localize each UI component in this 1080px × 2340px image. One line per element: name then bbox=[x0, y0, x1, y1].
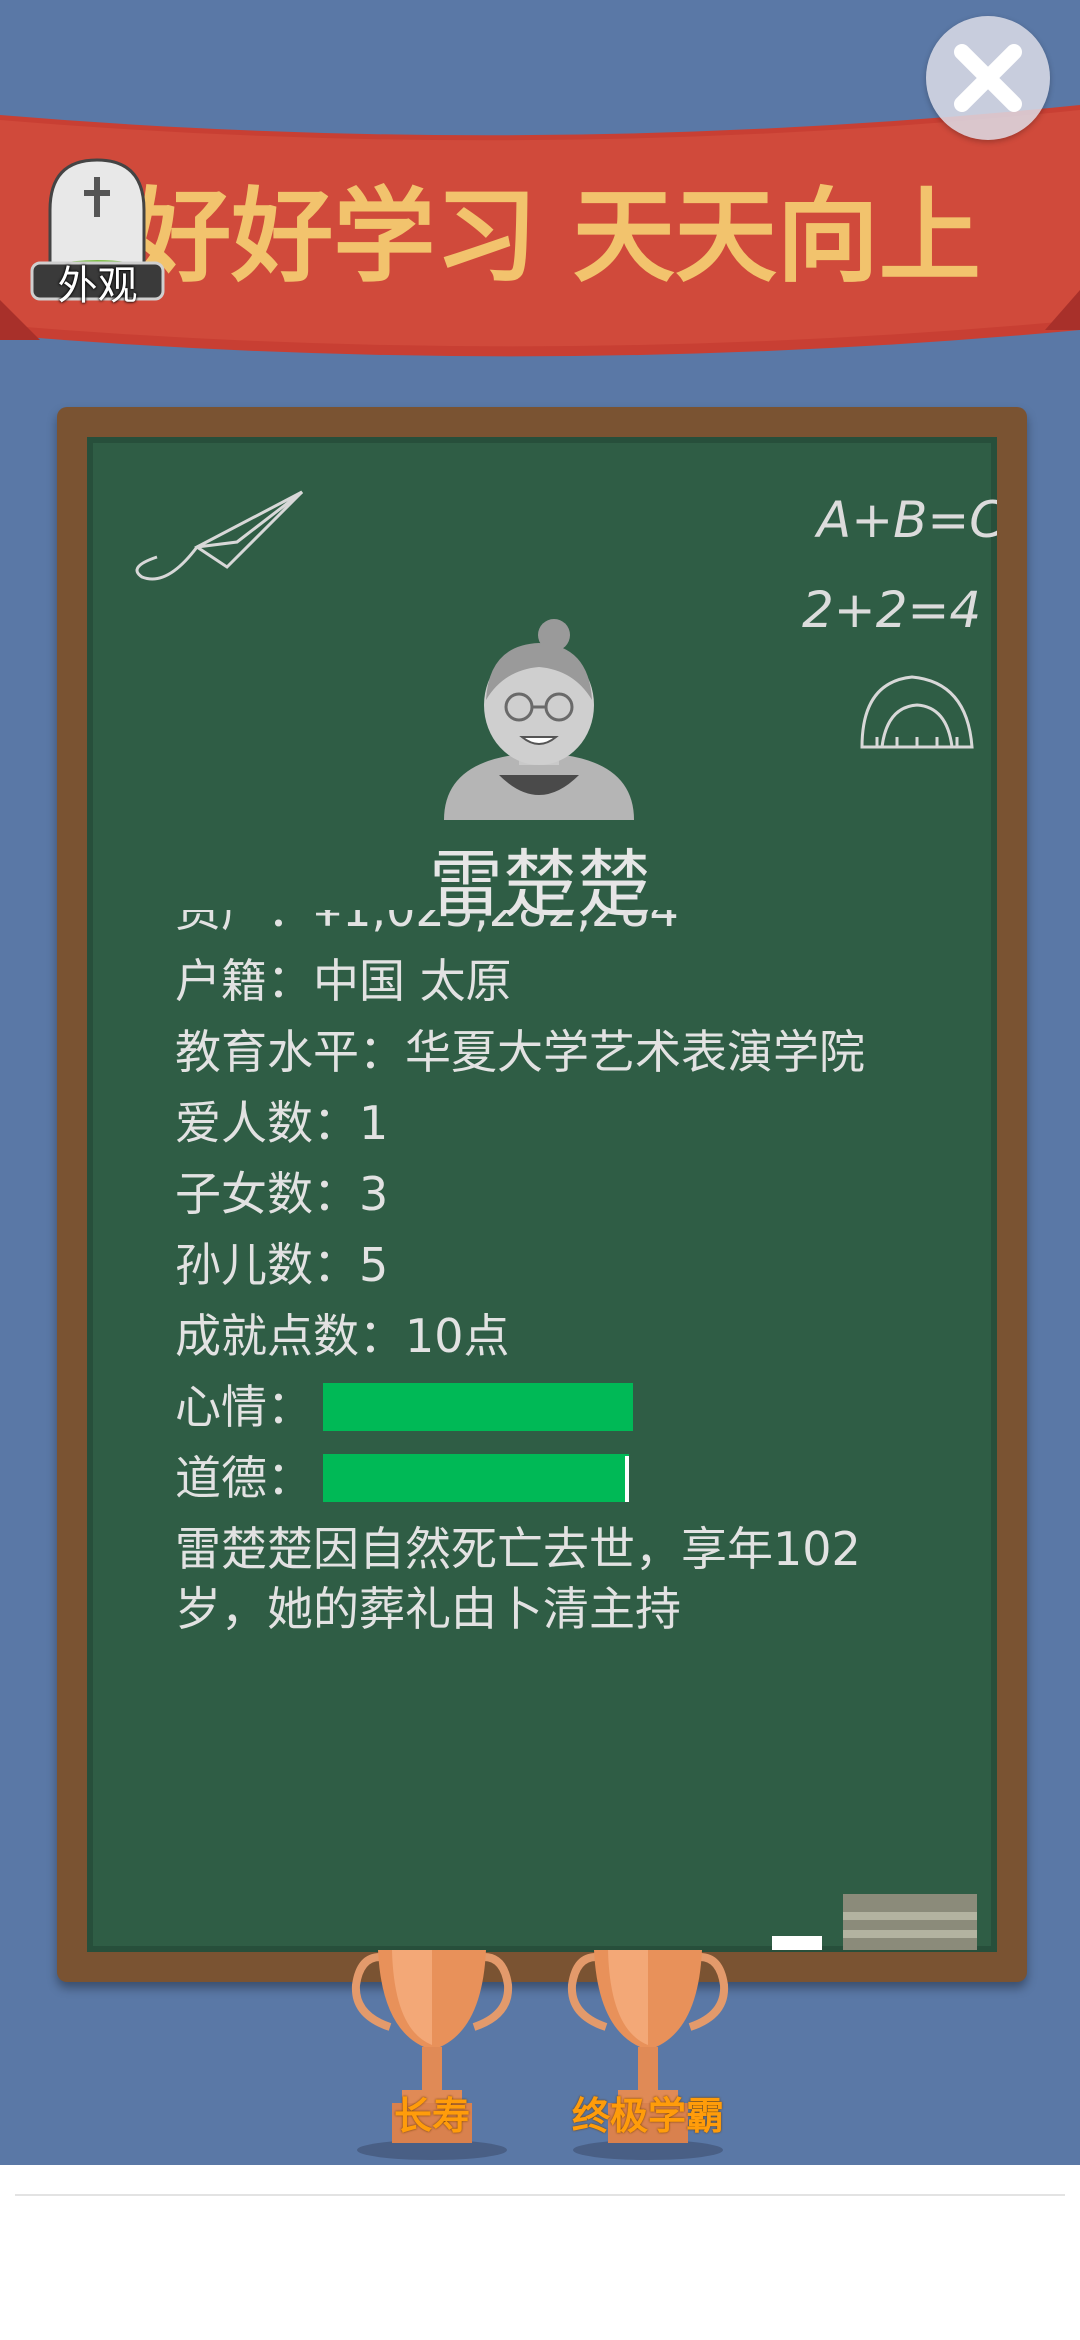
education-text: 教育水平：华夏大学艺术表演学院 bbox=[175, 1025, 865, 1079]
paper-plane-icon bbox=[135, 490, 304, 581]
morality-row: 道德： bbox=[175, 1448, 935, 1508]
mood-label: 心情： bbox=[175, 1380, 313, 1434]
grandchildren-text: 孙儿数：5 bbox=[175, 1238, 389, 1292]
death-note: 雷楚楚因自然死亡去世，享年102岁，她的葬礼由卜清主持 bbox=[175, 1522, 861, 1636]
game-screen: 好好学习 天天向上 外观 A+B=C 2+2=4 雷楚楚 资产：¥1,025,2… bbox=[0, 0, 1080, 2165]
appearance-label: 外观 bbox=[57, 263, 138, 309]
household-text: 户籍：中国 太原 bbox=[175, 954, 512, 1008]
trophy-label-longevity: 长寿 bbox=[393, 2094, 470, 2138]
slogan-text: 好好学习 天天向上 bbox=[128, 178, 981, 297]
mood-bar bbox=[323, 1383, 793, 1431]
formula-abc: A+B=C bbox=[814, 491, 997, 549]
appearance-button[interactable]: 外观 bbox=[30, 155, 165, 309]
trophy-label-scholar: 终极学霸 bbox=[571, 2094, 724, 2138]
close-button[interactable] bbox=[926, 16, 1050, 140]
formula-sum: 2+2=4 bbox=[802, 581, 981, 639]
assets-text: 资产：¥1,025,282,284 bbox=[175, 910, 679, 937]
close-icon bbox=[954, 44, 1022, 112]
divider bbox=[15, 2194, 1065, 2196]
children-text: 子女数：3 bbox=[175, 1167, 389, 1221]
chalk-stick bbox=[772, 1936, 822, 1950]
eraser-icon bbox=[843, 1894, 977, 1950]
mood-bar-fill bbox=[323, 1383, 633, 1431]
morality-bar-marker bbox=[625, 1456, 629, 1502]
character-info: 资产：¥1,025,282,284 户籍：中国 太原 教育水平：华夏大学艺术表演… bbox=[175, 910, 935, 1730]
spouses-text: 爱人数：1 bbox=[175, 1096, 389, 1150]
achievement-points-text: 成就点数：10点 bbox=[175, 1309, 510, 1363]
protractor-icon bbox=[860, 675, 974, 749]
morality-bar bbox=[323, 1454, 793, 1502]
morality-bar-fill bbox=[323, 1454, 629, 1502]
morality-label: 道德： bbox=[175, 1451, 313, 1505]
avatar bbox=[444, 619, 634, 820]
mood-row: 心情： bbox=[175, 1377, 935, 1437]
